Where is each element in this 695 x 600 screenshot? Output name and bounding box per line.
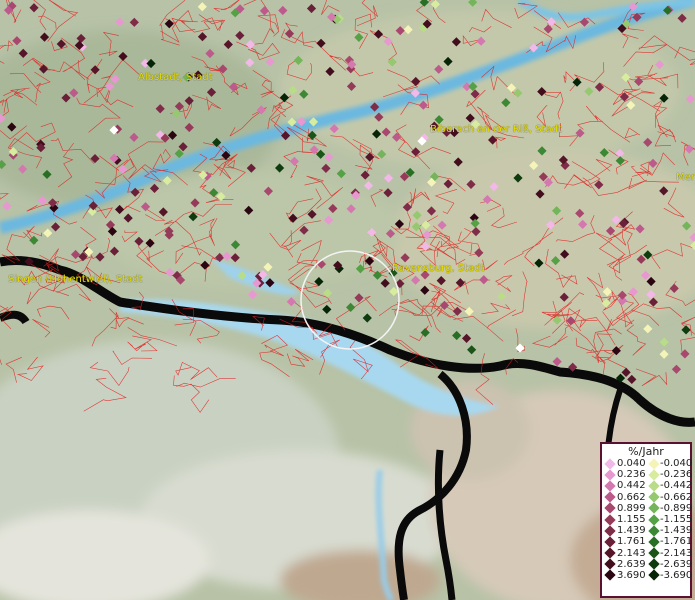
legend-value-negative: -3.690: [660, 569, 693, 581]
legend-swatch-negative: [648, 536, 660, 548]
place-label-ravensburg[interactable]: Ravensburg, Stadt: [392, 263, 484, 274]
legend-swatch-negative: [648, 547, 660, 559]
legend-row: 0.442 -0.442: [602, 480, 693, 492]
legend-row: 0.236 -0.236: [602, 469, 693, 481]
legend-value-positive: 0.442: [617, 480, 646, 492]
legend-row: 0.662 -0.662: [602, 491, 693, 503]
legend-row: 0.040 -0.040: [602, 457, 693, 470]
legend-swatch-negative: [648, 513, 660, 526]
legend-title: %/Jahr: [628, 445, 664, 458]
legend-value-positive: 0.236: [617, 469, 646, 481]
legend-swatch-negative: [648, 558, 660, 570]
place-label-singen[interactable]: Singen (Hohentwiel), Stadt: [8, 274, 143, 285]
legend-value-positive: 2.143: [617, 547, 646, 559]
legend-value-negative: -1.155: [660, 513, 693, 525]
legend-swatch-positive: [604, 502, 616, 515]
legend-swatch-positive: [604, 469, 616, 481]
legend-swatch-positive: [604, 558, 616, 570]
legend-swatch-negative: [648, 457, 660, 470]
legend-value-negative: -0.662: [660, 491, 693, 503]
legend-row: 1.155 -1.155: [602, 513, 693, 526]
legend-value-positive: 1.761: [617, 536, 646, 548]
legend-value-positive: 1.155: [617, 513, 646, 525]
legend-value-negative: -0.236: [660, 469, 693, 481]
legend-swatch-negative: [648, 569, 660, 582]
place-label-edge[interactable]: Mer: [676, 172, 695, 183]
legend-value-negative: -1.761: [660, 536, 693, 548]
legend-value-positive: 0.899: [617, 502, 646, 514]
legend-row: 2.143 -2.143: [602, 547, 693, 559]
legend-swatch-positive: [604, 569, 616, 582]
legend-swatch-positive: [604, 491, 616, 503]
legend-row: 3.690 -3.690: [602, 569, 693, 582]
legend-swatch-positive: [604, 513, 616, 526]
legend-swatch-negative: [648, 469, 660, 481]
legend-swatch-negative: [648, 502, 660, 515]
legend-value-positive: 2.639: [617, 558, 646, 570]
legend-value-positive: 0.040: [617, 458, 646, 469]
legend-row: 1.439 -1.439: [602, 525, 693, 537]
legend-swatch-positive: [604, 457, 616, 470]
legend-swatch-positive: [604, 536, 616, 548]
place-label-biberach[interactable]: Biberach an der Riß, Stadt: [430, 124, 562, 135]
legend-swatch-positive: [604, 480, 616, 492]
legend-row: 1.761 -1.761: [602, 536, 693, 548]
legend-value-negative: -0.442: [660, 480, 693, 492]
legend-value-negative: -0.040: [660, 458, 693, 469]
legend-value-negative: -2.143: [660, 547, 693, 559]
legend-swatch-negative: [648, 525, 660, 537]
legend: %/Jahr 0.040 -0.040 0.236 -0.236 0.442 -0.442…: [600, 442, 692, 598]
legend-rows: 0.040 -0.040 0.236 -0.236 0.442 -0.442 0.662 -0…: [602, 457, 693, 582]
legend-row: 2.639 -2.639: [602, 558, 693, 570]
legend-row: 0.899 -0.899: [602, 502, 693, 515]
relief-map[interactable]: [0, 0, 695, 600]
legend-value-positive: 1.439: [617, 525, 646, 537]
legend-value-negative: -0.899: [660, 502, 693, 514]
legend-value-positive: 0.662: [617, 491, 646, 503]
legend-swatch-positive: [604, 525, 616, 537]
place-label-albstadt[interactable]: Albstadt, Stadt: [138, 72, 213, 83]
legend-swatch-negative: [648, 491, 660, 503]
legend-swatch-positive: [604, 547, 616, 559]
legend-value-positive: 3.690: [617, 569, 646, 581]
legend-swatch-negative: [648, 480, 660, 492]
legend-value-negative: -2.639: [660, 558, 693, 570]
legend-value-negative: -1.439: [660, 525, 693, 537]
